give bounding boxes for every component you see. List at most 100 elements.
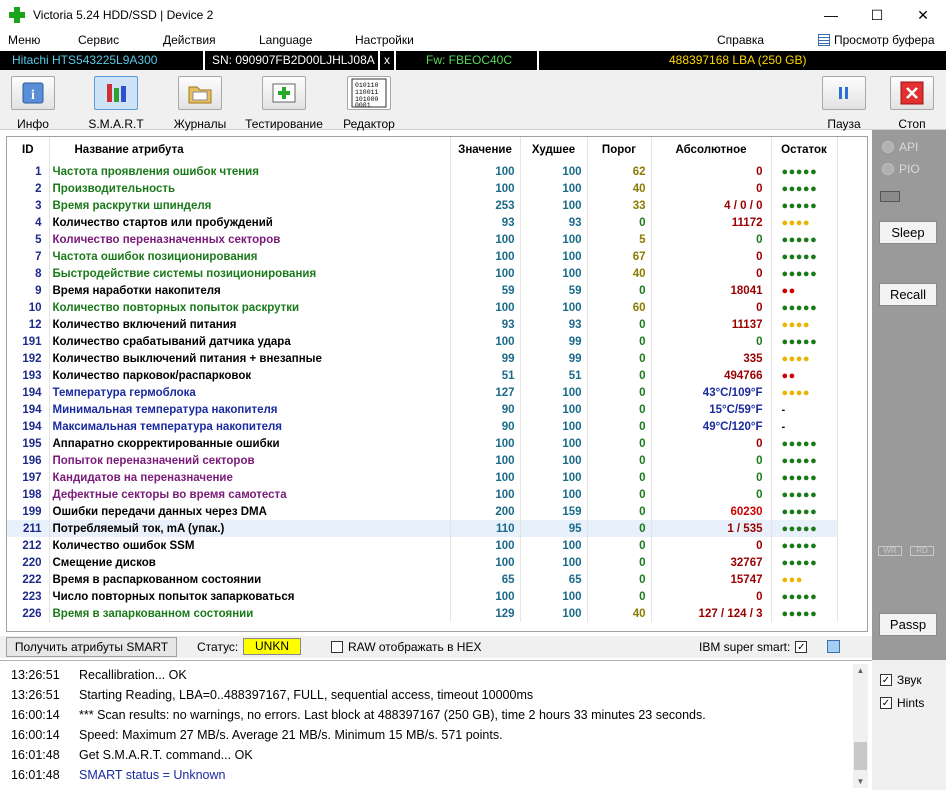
table-row[interactable]: 2 Производительность 100 100 40 0 ●●●●●: [7, 180, 838, 197]
scroll-up-icon[interactable]: ▲: [853, 666, 868, 675]
table-row[interactable]: 194 Минимальная температура накопителя 90 1…: [7, 401, 838, 418]
sleep-button[interactable]: Sleep: [879, 221, 937, 244]
cell-remaining: ●●●●●: [771, 503, 838, 520]
pio-label: PIO: [899, 162, 920, 176]
api-radio[interactable]: API: [882, 140, 918, 154]
get-smart-button[interactable]: Получить атрибуты SMART: [6, 637, 177, 657]
cell-worst: 100: [520, 265, 588, 282]
table-row[interactable]: 212 Количество ошибок SSM 100 100 0 0 ●●●●●: [7, 537, 838, 554]
sound-label: Звук: [897, 673, 922, 687]
table-row[interactable]: 191 Количество срабатываний датчика удара…: [7, 333, 838, 350]
cell-remaining: ●●●●●: [771, 452, 838, 469]
close-window-button[interactable]: ✕: [900, 0, 946, 30]
table-header-row: ID Название атрибута Значение Худшее Пор…: [7, 137, 838, 163]
smart-button[interactable]: S.M.A.R.T: [77, 76, 155, 131]
menu-service[interactable]: Сервис: [78, 33, 119, 47]
cell-name: Температура гермоблока: [49, 384, 451, 401]
checkbox-checked-icon: ✓: [880, 697, 892, 709]
testing-label: Тестирование: [245, 117, 323, 131]
ibm-label: IBM super smart:: [699, 640, 791, 654]
info-button[interactable]: i Инфо: [0, 76, 72, 131]
log-panel[interactable]: 13:26:51 Recallibration... OK 13:26:51 Star…: [0, 660, 872, 790]
table-row[interactable]: 223 Число повторных попыток запарковаться…: [7, 588, 838, 605]
table-row[interactable]: 7 Частота ошибок позиционирования 100 100 67…: [7, 248, 838, 265]
table-row[interactable]: 198 Дефектные секторы во время самотеста 1…: [7, 486, 838, 503]
cell-worst: 99: [520, 333, 588, 350]
raw-hex-checkbox[interactable]: RAW отображать в HEX: [331, 640, 481, 654]
menu-help[interactable]: Справка: [717, 33, 764, 47]
col-name[interactable]: Название атрибута: [49, 137, 451, 163]
table-row[interactable]: 4 Количество стартов или пробуждений 93 93 0…: [7, 214, 838, 231]
table-row[interactable]: 193 Количество парковок/распарковок 51 51 0 4…: [7, 367, 838, 384]
cell-worst: 51: [520, 367, 588, 384]
smart-label: S.M.A.R.T: [88, 117, 144, 131]
passp-button[interactable]: Passp: [879, 613, 937, 636]
col-worst[interactable]: Худшее: [520, 137, 588, 163]
cell-name: Количество парковок/распарковок: [49, 367, 451, 384]
scroll-down-icon[interactable]: ▼: [853, 777, 868, 786]
table-row[interactable]: 194 Температура гермоблока 127 100 0 43°C/109…: [7, 384, 838, 401]
log-time: 13:26:51: [11, 688, 60, 702]
table-row[interactable]: 220 Смещение дисков 100 100 0 32767 ●●●●●: [7, 554, 838, 571]
cell-remaining: ●●●●●: [771, 180, 838, 197]
cell-remaining: ●●●●●: [771, 163, 838, 180]
minimize-button[interactable]: —: [808, 0, 854, 30]
menu-main[interactable]: Меню: [8, 33, 40, 47]
smart-table[interactable]: ID Название атрибута Значение Худшее Пор…: [6, 136, 868, 632]
table-row[interactable]: 12 Количество включений питания 93 93 0 11137…: [7, 316, 838, 333]
cell-id: 5: [7, 231, 50, 248]
col-absolute[interactable]: Абсолютное: [651, 137, 772, 163]
table-row[interactable]: 199 Ошибки передачи данных через DMA 200 15…: [7, 503, 838, 520]
color-swatch-button[interactable]: [827, 640, 840, 653]
table-row[interactable]: 226 Время в запаркованном состоянии 129 100…: [7, 605, 838, 622]
clipboard-view-button[interactable]: Просмотр буфера: [818, 33, 935, 47]
cell-absolute: 0: [651, 265, 772, 282]
table-row[interactable]: 192 Количество выключений питания + внеза…: [7, 350, 838, 367]
table-row[interactable]: 8 Быстродействие системы позиционирования…: [7, 265, 838, 282]
cell-threshold: 40: [587, 265, 652, 282]
ibm-super-smart-checkbox[interactable]: IBM super smart: ✓: [699, 640, 808, 654]
testing-button[interactable]: Тестирование: [245, 76, 323, 131]
table-row[interactable]: 10 Количество повторных попыток раскрутки…: [7, 299, 838, 316]
table-row[interactable]: 197 Кандидатов на переназначение 100 100 0 0 ●…: [7, 469, 838, 486]
col-id[interactable]: ID: [7, 137, 50, 163]
stop-button[interactable]: Стоп: [873, 76, 946, 131]
cell-absolute: 15747: [651, 571, 772, 588]
cell-value: 100: [450, 163, 521, 180]
cell-absolute: 4 / 0 / 0: [651, 197, 772, 214]
table-row[interactable]: 5 Количество переназначенных секторов 100 1…: [7, 231, 838, 248]
menu-actions[interactable]: Действия: [163, 33, 216, 47]
device-close-button[interactable]: x: [384, 53, 390, 67]
log-scrollbar[interactable]: ▲ ▼: [853, 664, 868, 788]
cell-id: 220: [7, 554, 50, 571]
cell-id: 7: [7, 248, 50, 265]
col-remaining[interactable]: Остаток: [771, 137, 838, 163]
scroll-thumb[interactable]: [854, 742, 867, 770]
pause-button[interactable]: Пауза: [805, 76, 883, 131]
menu-settings[interactable]: Настройки: [355, 33, 414, 47]
cell-id: 10: [7, 299, 50, 316]
recall-button[interactable]: Recall: [879, 283, 937, 306]
col-value[interactable]: Значение: [450, 137, 521, 163]
table-row[interactable]: 196 Попыток переназначений секторов 100 100…: [7, 452, 838, 469]
cell-value: 100: [450, 435, 521, 452]
hints-checkbox[interactable]: ✓ Hints: [880, 696, 924, 710]
cell-value: 200: [450, 503, 521, 520]
pio-radio[interactable]: PIO: [882, 162, 920, 176]
table-row[interactable]: 195 Аппаратно скорректированные ошибки 100…: [7, 435, 838, 452]
table-row[interactable]: 222 Время в распаркованном состоянии 65 65 0…: [7, 571, 838, 588]
cell-name: Кандидатов на переназначение: [49, 469, 451, 486]
status-bar: Получить атрибуты SMART Статус: UNKN RAW…: [0, 636, 872, 658]
menu-language[interactable]: Language: [259, 33, 312, 47]
table-row[interactable]: 9 Время наработки накопителя 59 59 0 18041 ●●: [7, 282, 838, 299]
cell-threshold: 0: [587, 503, 652, 520]
maximize-button[interactable]: ☐: [854, 0, 900, 30]
table-row[interactable]: 1 Частота проявления ошибок чтения 100 100 6…: [7, 163, 838, 180]
table-row[interactable]: 211 Потребляемый ток, mA (упак.) 110 95 0 1 /…: [7, 520, 838, 537]
table-row[interactable]: 3 Время раскрутки шпинделя 253 100 33 4 / 0 /…: [7, 197, 838, 214]
table-row[interactable]: 194 Максимальная температура накопителя 90…: [7, 418, 838, 435]
sound-checkbox[interactable]: ✓ Звук: [880, 673, 922, 687]
editor-button[interactable]: 010110 110011 101000 0001 Редактор: [330, 76, 408, 131]
journals-button[interactable]: Журналы: [161, 76, 239, 131]
col-threshold[interactable]: Порог: [587, 137, 652, 163]
